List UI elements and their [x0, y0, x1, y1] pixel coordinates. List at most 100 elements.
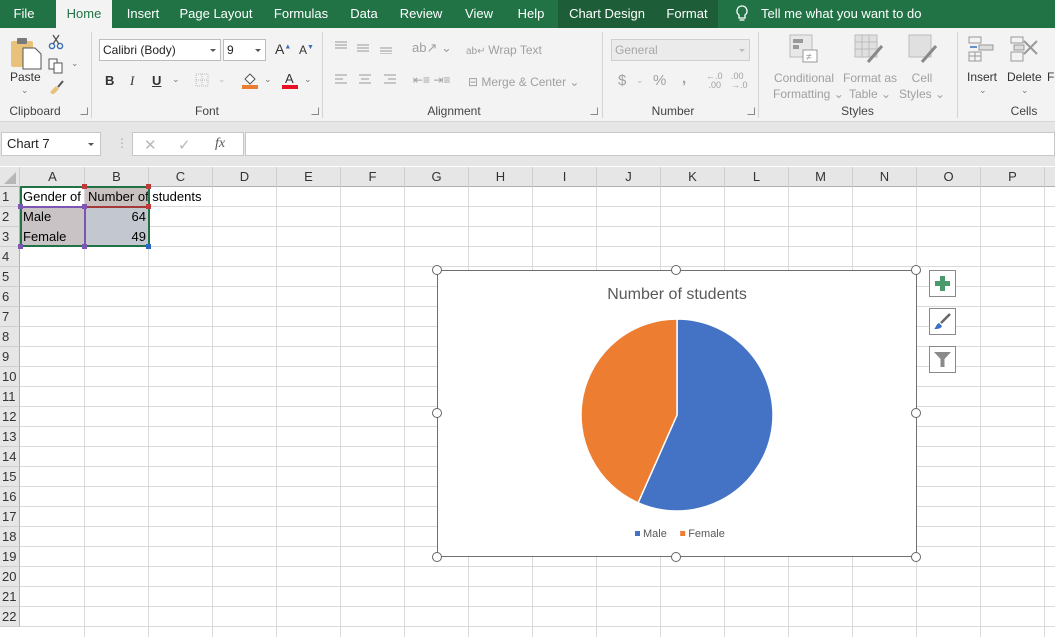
resize-handle-s[interactable] — [671, 552, 681, 562]
merge-center-button[interactable]: ⊟ Merge & Center ⌄ — [468, 75, 579, 89]
row-header-4[interactable]: 4 — [0, 247, 20, 267]
comma-style-button[interactable]: , — [682, 70, 686, 87]
tab-chart-design[interactable]: Chart Design — [562, 0, 652, 28]
italic-button[interactable]: I — [130, 73, 134, 89]
chart-styles-button[interactable] — [929, 308, 956, 335]
range-handle[interactable] — [18, 244, 23, 249]
row-header-3[interactable]: 3 — [0, 227, 20, 247]
conditional-formatting-icon[interactable]: ≠ — [789, 34, 819, 64]
insert-function-button[interactable]: fx — [215, 136, 225, 152]
column-header-A[interactable]: A — [21, 167, 85, 187]
format-as-table-icon[interactable] — [854, 34, 884, 64]
column-header-M[interactable]: M — [789, 167, 853, 187]
font-size-select[interactable]: 9 — [223, 39, 266, 61]
number-launcher-icon[interactable] — [747, 107, 755, 115]
range-handle[interactable] — [146, 204, 151, 209]
decrease-font-size-button[interactable]: A▼ — [299, 43, 314, 57]
cell-styles-button[interactable]: Cell Styles ⌄ — [898, 70, 946, 102]
insert-cells-icon[interactable] — [968, 36, 996, 62]
resize-handle-w[interactable] — [432, 408, 442, 418]
tab-insert[interactable]: Insert — [118, 0, 168, 28]
row-header-13[interactable]: 13 — [0, 427, 20, 447]
percent-button[interactable]: % — [653, 72, 666, 89]
conditional-formatting-button[interactable]: Conditional Formatting ⌄ — [773, 70, 844, 102]
delete-cells-icon[interactable] — [1010, 36, 1040, 62]
paste-dropdown-chevron[interactable]: ⌄ — [21, 85, 29, 96]
paste-icon[interactable] — [9, 36, 43, 70]
chart-title[interactable]: Number of students — [607, 286, 747, 303]
font-launcher-icon[interactable] — [311, 107, 319, 115]
row-header-16[interactable]: 16 — [0, 487, 20, 507]
format-cells-button[interactable]: Fo — [1047, 70, 1055, 84]
row-header-14[interactable]: 14 — [0, 447, 20, 467]
row-header-18[interactable]: 18 — [0, 527, 20, 547]
range-handle[interactable] — [146, 244, 151, 249]
row-header-21[interactable]: 21 — [0, 587, 20, 607]
column-header-L[interactable]: L — [725, 167, 789, 187]
underline-button[interactable]: U — [152, 73, 161, 88]
tab-formulas[interactable]: Formulas — [266, 0, 336, 28]
range-handle[interactable] — [82, 184, 87, 189]
fill-color-dropdown-chevron[interactable]: ⌄ — [264, 74, 272, 85]
borders-icon[interactable] — [195, 73, 209, 87]
row-header-10[interactable]: 10 — [0, 367, 20, 387]
horizontal-align-icons[interactable] — [333, 73, 399, 87]
range-handle[interactable] — [82, 204, 87, 209]
column-header-E[interactable]: E — [277, 167, 341, 187]
column-header-D[interactable]: D — [213, 167, 277, 187]
range-handle[interactable] — [18, 204, 23, 209]
column-header-H[interactable]: H — [469, 167, 533, 187]
resize-handle-n[interactable] — [671, 265, 681, 275]
insert-cells-button[interactable]: Insert — [967, 70, 997, 84]
range-handle[interactable] — [146, 184, 151, 189]
tab-data[interactable]: Data — [342, 0, 386, 28]
format-painter-icon[interactable] — [48, 78, 64, 94]
tab-review[interactable]: Review — [392, 0, 450, 28]
pie-chart[interactable]: Number of students Male Female — [437, 270, 917, 557]
row-header-6[interactable]: 6 — [0, 287, 20, 307]
wrap-text-button[interactable]: ab↵ Wrap Text — [466, 43, 542, 57]
column-header-K[interactable]: K — [661, 167, 725, 187]
increase-decimal-button[interactable]: ←.0 .00 — [706, 72, 723, 90]
legend-label-female[interactable]: Female — [688, 528, 725, 540]
row-header-7[interactable]: 7 — [0, 307, 20, 327]
delete-cells-button[interactable]: Delete — [1007, 70, 1042, 84]
insert-dropdown-chevron[interactable]: ⌄ — [979, 85, 987, 96]
chart-legend[interactable]: Male Female — [635, 528, 725, 540]
vertical-align-icons[interactable] — [333, 40, 393, 54]
row-header-22[interactable]: 22 — [0, 607, 20, 627]
row-header-17[interactable]: 17 — [0, 507, 20, 527]
copy-icon[interactable] — [48, 58, 64, 74]
resize-handle-nw[interactable] — [432, 265, 442, 275]
currency-dropdown-chevron[interactable]: ⌄ — [636, 75, 644, 86]
font-color-icon[interactable]: A — [281, 71, 299, 89]
resize-handle-se[interactable] — [911, 552, 921, 562]
column-header-C[interactable]: C — [149, 167, 213, 187]
name-box[interactable]: Chart 7 — [1, 132, 101, 156]
row-header-2[interactable]: 2 — [0, 207, 20, 227]
resize-handle-ne[interactable] — [911, 265, 921, 275]
font-name-select[interactable]: Calibri (Body) — [99, 39, 221, 61]
resize-handle-e[interactable] — [911, 408, 921, 418]
tab-home[interactable]: Home — [56, 0, 112, 28]
bold-button[interactable]: B — [105, 73, 114, 88]
tab-format[interactable]: Format — [658, 0, 716, 28]
row-header-1[interactable]: 1 — [0, 187, 20, 207]
clipboard-launcher-icon[interactable] — [80, 107, 88, 115]
copy-dropdown-chevron[interactable]: ⌄ — [71, 58, 79, 69]
underline-dropdown-chevron[interactable]: ⌄ — [172, 74, 180, 85]
row-header-11[interactable]: 11 — [0, 387, 20, 407]
format-as-table-button[interactable]: Format as Table ⌄ — [842, 70, 898, 102]
cancel-formula-button[interactable]: ✕ — [144, 136, 157, 154]
tab-view[interactable]: View — [458, 0, 500, 28]
column-header-B[interactable]: B — [85, 167, 149, 187]
chart-elements-button[interactable] — [929, 270, 956, 297]
column-header-J[interactable]: J — [597, 167, 661, 187]
select-all-button[interactable] — [0, 167, 20, 187]
orientation-button[interactable]: ab↗ ⌄ — [412, 40, 452, 56]
legend-label-male[interactable]: Male — [643, 528, 667, 540]
tell-me-search[interactable]: Tell me what you want to do — [761, 0, 921, 28]
cell-styles-icon[interactable] — [908, 34, 938, 64]
increase-font-size-button[interactable]: A▲ — [275, 41, 291, 57]
chart-filters-button[interactable] — [929, 346, 956, 373]
